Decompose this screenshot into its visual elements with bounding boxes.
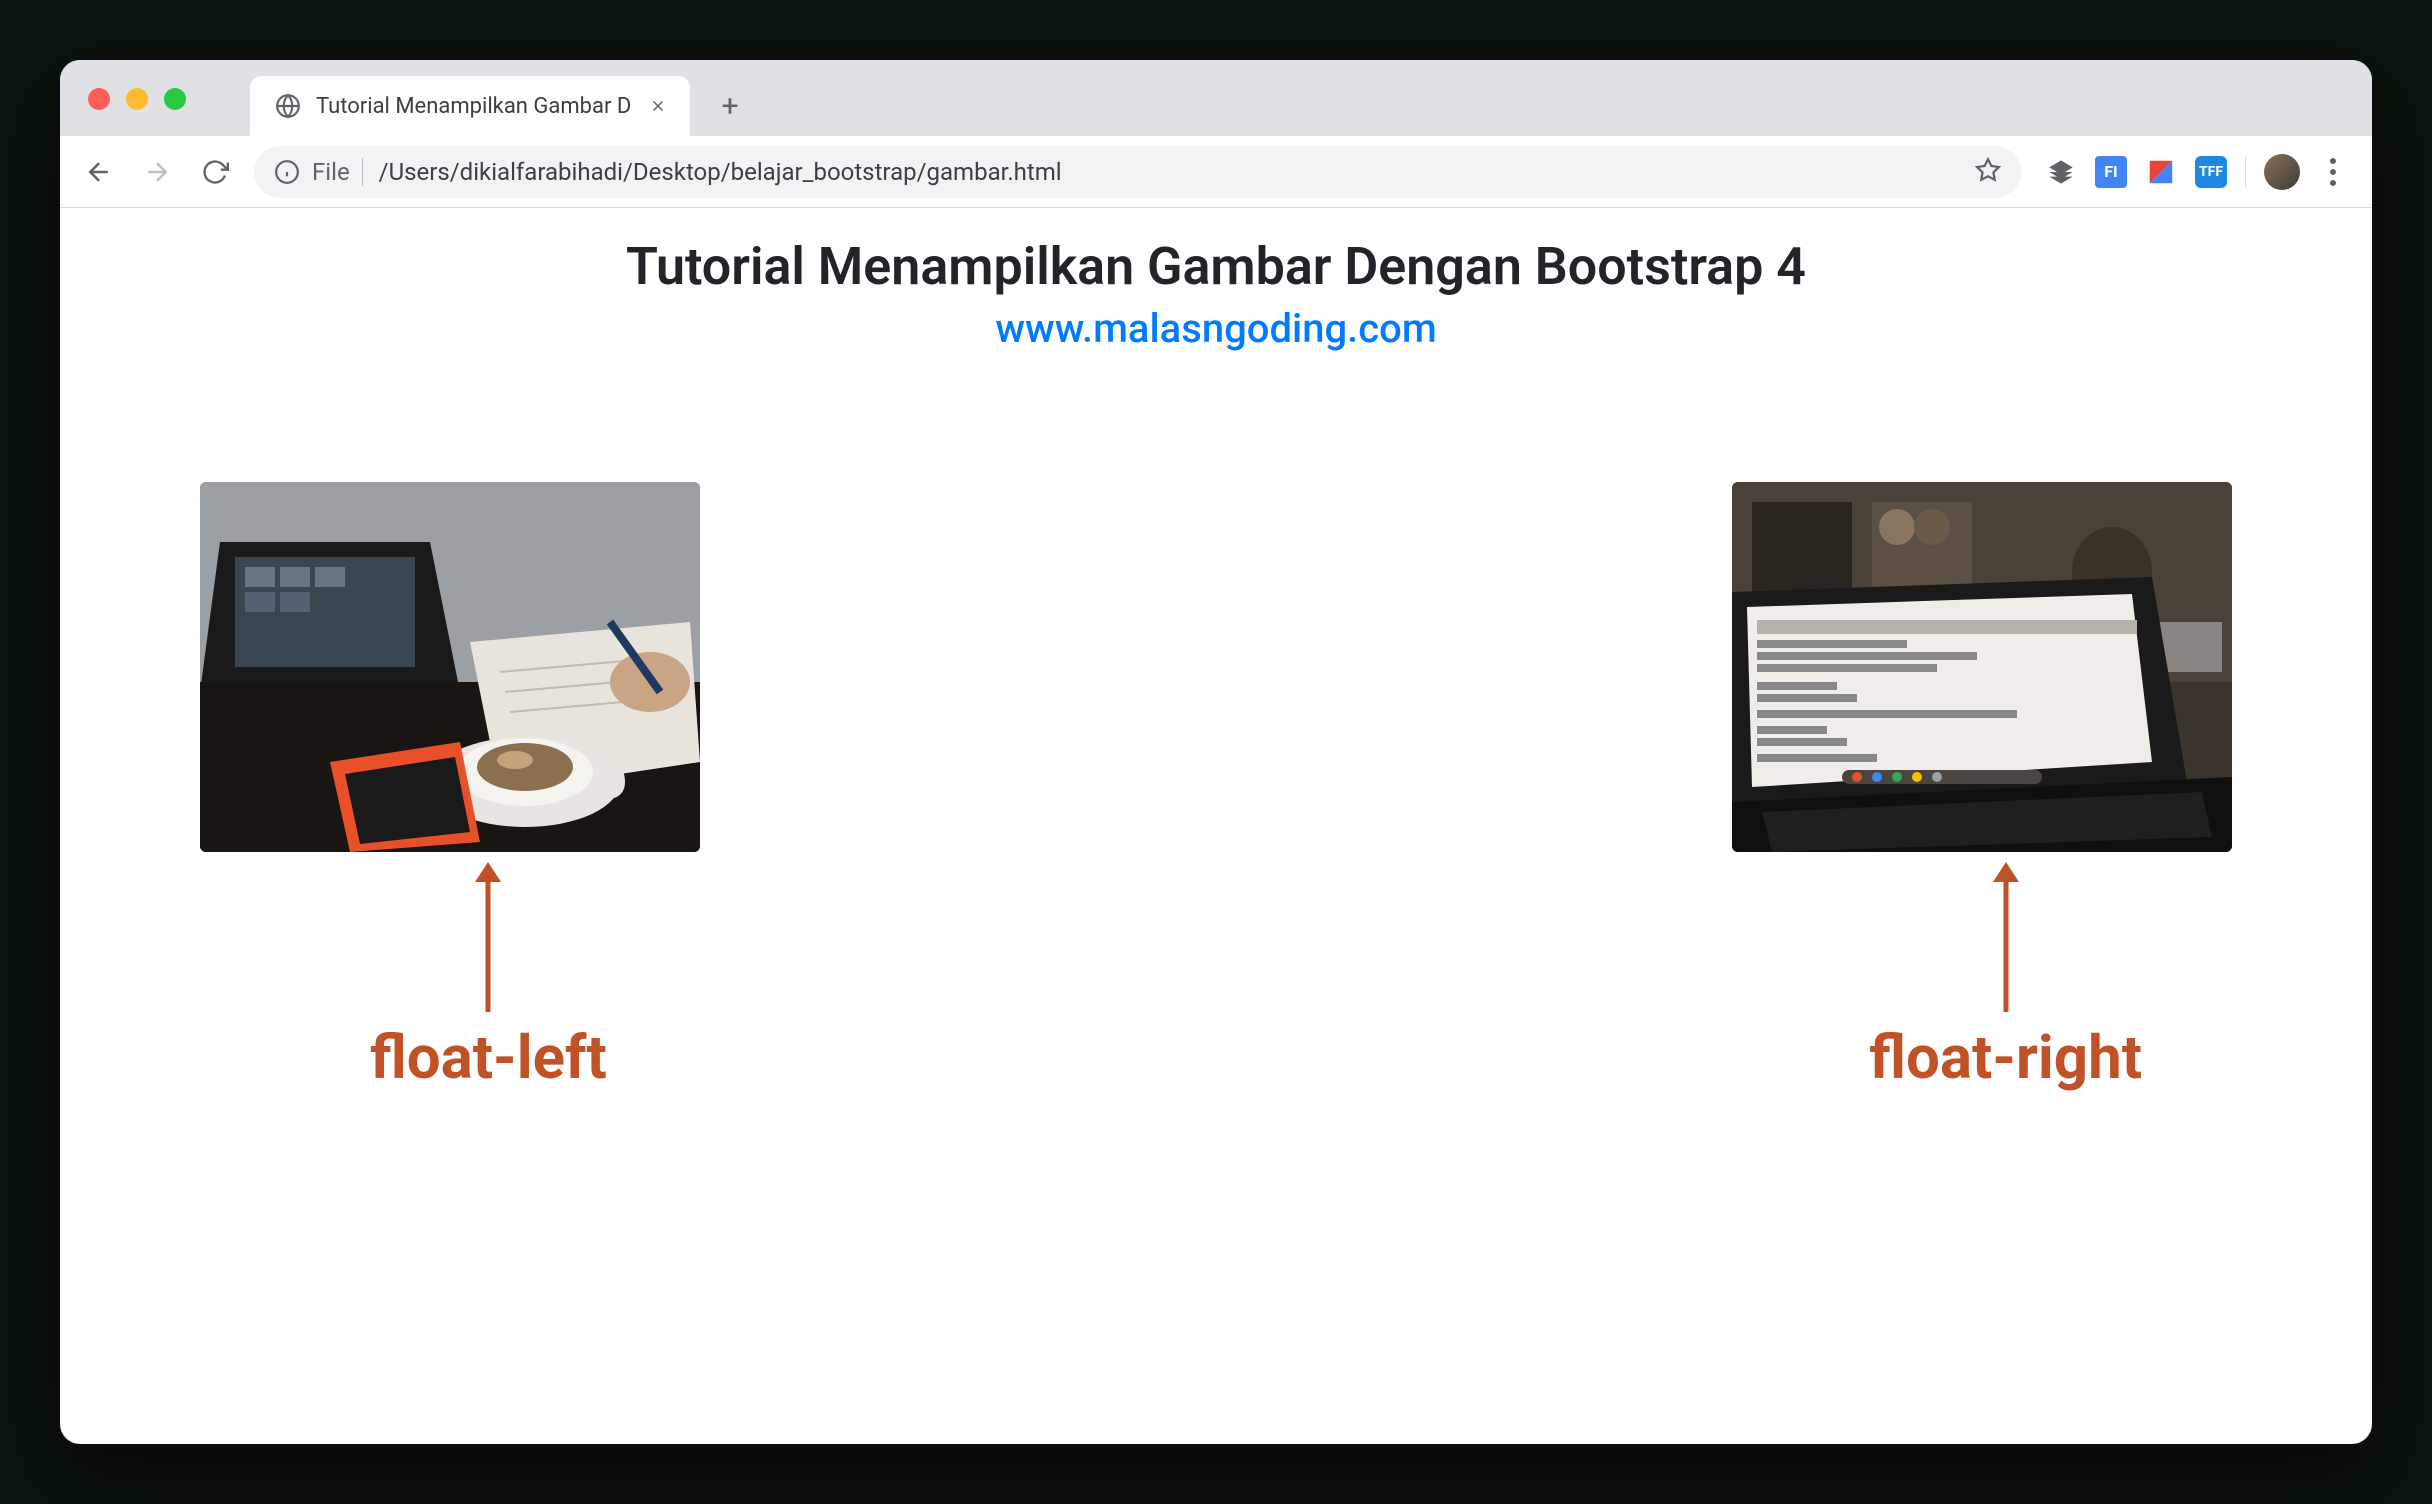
float-right-image xyxy=(1732,482,2232,852)
page-subtitle-link[interactable]: www.malasngoding.com xyxy=(60,305,2372,352)
forward-button[interactable] xyxy=(130,145,184,199)
info-icon[interactable] xyxy=(274,159,300,185)
arrow-up-icon xyxy=(463,862,513,1012)
address-bar: File /Users/dikialfarabihadi/Desktop/bel… xyxy=(60,136,2372,208)
profile-avatar[interactable] xyxy=(2264,154,2300,190)
browser-window: Tutorial Menampilkan Gambar D + File /Us… xyxy=(60,60,2372,1444)
close-tab-icon[interactable] xyxy=(646,94,670,118)
url-bar[interactable]: File /Users/dikialfarabihadi/Desktop/bel… xyxy=(254,146,2021,198)
globe-icon xyxy=(274,92,302,120)
extension-icons: FI TFF xyxy=(2033,154,2360,190)
tab-title: Tutorial Menampilkan Gambar D xyxy=(316,94,631,119)
extension-icon-3[interactable] xyxy=(2145,156,2177,188)
window-controls xyxy=(88,88,186,110)
back-button[interactable] xyxy=(72,145,126,199)
close-window-button[interactable] xyxy=(88,88,110,110)
kebab-menu-icon[interactable] xyxy=(2318,158,2348,186)
browser-tab[interactable]: Tutorial Menampilkan Gambar D xyxy=(250,76,690,136)
title-bar: Tutorial Menampilkan Gambar D + xyxy=(60,60,2372,136)
maximize-window-button[interactable] xyxy=(164,88,186,110)
url-path: /Users/dikialfarabihadi/Desktop/belajar_… xyxy=(375,158,1062,186)
annotation-right-label: float-right xyxy=(1869,1022,2142,1093)
minimize-window-button[interactable] xyxy=(126,88,148,110)
extension-icon-1[interactable] xyxy=(2045,156,2077,188)
bookmark-star-icon[interactable] xyxy=(1975,157,2001,187)
extension-icon-4[interactable]: TFF xyxy=(2195,156,2227,188)
annotation-left-label: float-left xyxy=(370,1022,607,1093)
new-tab-button[interactable]: + xyxy=(702,78,758,134)
reload-button[interactable] xyxy=(188,145,242,199)
float-left-image xyxy=(200,482,700,852)
annotation-float-left: float-left xyxy=(370,862,607,1093)
arrow-up-icon xyxy=(1981,862,2031,1012)
image-area: float-left float-right xyxy=(60,352,2372,1252)
extension-icon-2[interactable]: FI xyxy=(2095,156,2127,188)
url-scheme: File xyxy=(312,158,363,186)
toolbar-divider xyxy=(2245,156,2246,188)
page-title: Tutorial Menampilkan Gambar Dengan Boots… xyxy=(60,236,2372,297)
page-content: Tutorial Menampilkan Gambar Dengan Boots… xyxy=(60,208,2372,1444)
annotation-float-right: float-right xyxy=(1869,862,2142,1093)
